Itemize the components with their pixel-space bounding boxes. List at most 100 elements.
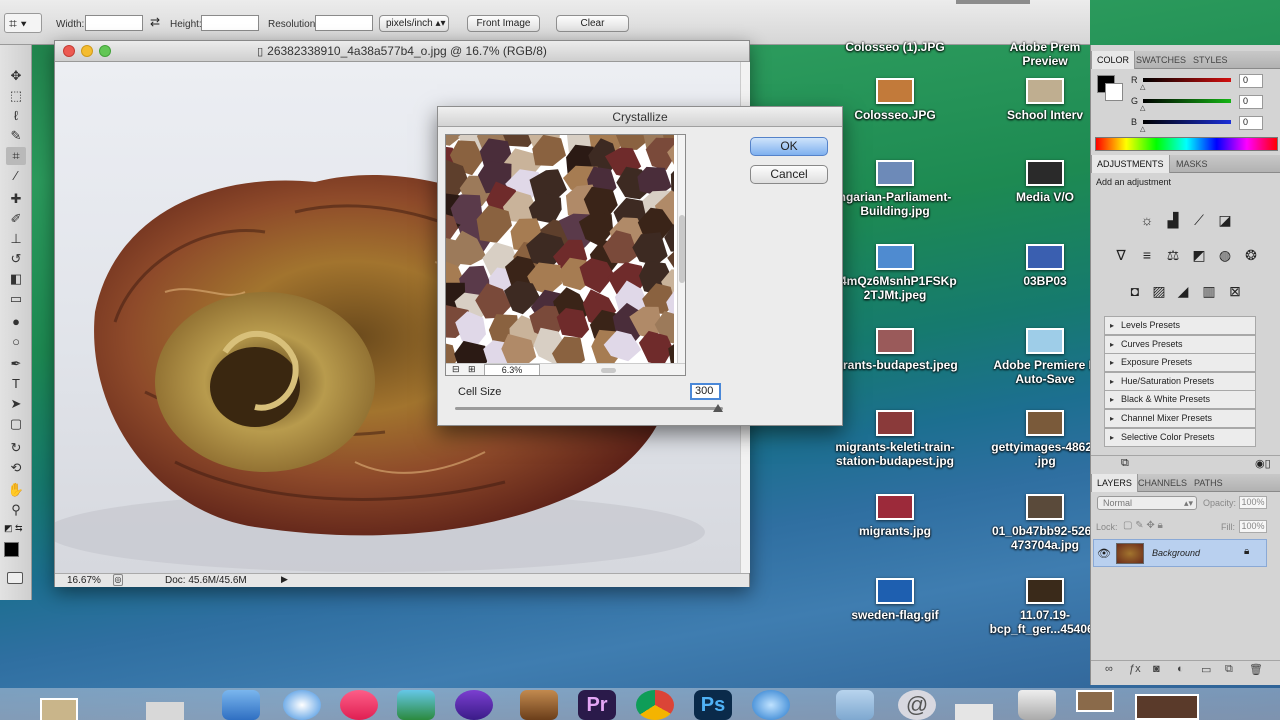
dock-chrome-icon[interactable] — [636, 690, 674, 720]
minimize-window-icon[interactable] — [81, 45, 93, 57]
dock-premiere-icon[interactable]: Pr — [578, 690, 616, 720]
dodge-tool-icon[interactable]: ○ — [6, 333, 26, 351]
link-layers-icon[interactable]: ∞ — [1105, 663, 1113, 675]
foreground-color-swatch[interactable] — [4, 542, 19, 557]
workspace-switcher[interactable] — [956, 0, 1030, 4]
blend-mode-select[interactable]: Normal ▴▾ — [1097, 496, 1197, 510]
dock-stack-images[interactable] — [146, 702, 184, 720]
channel-value-g[interactable]: 0 — [1239, 95, 1263, 109]
zoom-in-icon[interactable]: ⊞ — [468, 364, 476, 375]
zoom-out-icon[interactable]: ⊟ — [452, 364, 460, 375]
channel-slider-r[interactable] — [1143, 78, 1231, 82]
tab-paths[interactable]: PATHS — [1189, 474, 1228, 492]
eraser-tool-icon[interactable]: ◧ — [6, 270, 26, 288]
channel-value-b[interactable]: 0 — [1239, 116, 1263, 130]
zoom-tool-icon[interactable]: ⚲ — [6, 501, 26, 519]
swap-dimensions-icon[interactable]: ⇄ — [150, 15, 160, 29]
tab-styles[interactable]: STYLES — [1188, 51, 1233, 69]
visibility-toggle-icon[interactable]: ◉▯ — [1255, 457, 1271, 470]
marquee-tool-icon[interactable]: ⬚ — [6, 87, 26, 105]
shape-tool-icon[interactable]: ▢ — [6, 415, 26, 433]
lock-icons[interactable]: ▢ ✎ ✥ 🔒︎ — [1123, 520, 1163, 531]
preview-zoom-level[interactable]: 6.3% — [484, 364, 540, 375]
desktop-file-icon[interactable]: Colosseo (1).JPG — [820, 28, 970, 54]
pen-tool-icon[interactable]: ✒ — [6, 355, 26, 373]
3d-orbit-tool-icon[interactable]: ⟲ — [6, 459, 26, 477]
brush-tool-icon[interactable]: ✐ — [6, 210, 26, 228]
ok-button[interactable]: OK — [750, 137, 828, 156]
new-adjustment-layer-icon[interactable]: ◐ — [1177, 663, 1184, 675]
resolution-field[interactable] — [315, 15, 373, 31]
preset-item[interactable]: Channel Mixer Presets — [1104, 409, 1256, 428]
channel-slider-b[interactable] — [1143, 120, 1231, 124]
selective-color-icon[interactable]: ⊠ — [1225, 281, 1245, 301]
channel-mixer-icon[interactable]: ❂ — [1241, 245, 1261, 265]
photo-filter-icon[interactable]: ◍ — [1215, 245, 1235, 265]
dock-itunes-icon[interactable] — [340, 690, 378, 720]
invert-icon[interactable]: ◘ — [1125, 281, 1145, 301]
clone-stamp-tool-icon[interactable]: ⊥ — [6, 230, 26, 248]
path-selection-tool-icon[interactable]: ➤ — [6, 395, 26, 413]
channel-slider-thumb-b[interactable]: △ — [1140, 125, 1145, 133]
dock-imovie-icon[interactable] — [455, 690, 493, 720]
dock-photoshop-icon[interactable]: Ps — [694, 690, 732, 720]
dock-finder-icon[interactable] — [222, 690, 260, 720]
brightness-contrast-icon[interactable]: ☼ — [1137, 210, 1157, 230]
preset-item[interactable]: Hue/Saturation Presets — [1104, 371, 1256, 391]
quick-mask-icon[interactable] — [7, 572, 23, 584]
cancel-button[interactable]: Cancel — [750, 165, 828, 184]
clear-button[interactable]: Clear — [556, 15, 629, 32]
dock-trash-icon[interactable] — [1018, 690, 1056, 720]
tab-layers[interactable]: LAYERS — [1091, 474, 1138, 492]
preset-item[interactable]: Curves Presets — [1104, 334, 1256, 354]
levels-icon[interactable]: ▟ — [1163, 210, 1183, 230]
preset-item[interactable]: Levels Presets — [1104, 316, 1256, 335]
tab-masks[interactable]: MASKS — [1171, 155, 1213, 173]
opacity-field[interactable]: 100% — [1239, 496, 1267, 509]
clip-to-layer-icon[interactable]: ⧉ — [1121, 457, 1129, 470]
tab-adjustments[interactable]: ADJUSTMENTS — [1091, 155, 1170, 173]
tab-channels[interactable]: CHANNELS — [1133, 474, 1192, 492]
desktop-file-icon[interactable]: sweden-flag.gif — [820, 578, 970, 622]
crop-tool-preset-icon[interactable]: ⌗ ▾ — [4, 13, 42, 33]
color-balance-icon[interactable]: ⚖ — [1163, 245, 1183, 265]
3d-rotate-tool-icon[interactable]: ↻ — [6, 439, 26, 457]
move-tool-icon[interactable]: ✥ — [6, 67, 26, 85]
preset-item[interactable]: Exposure Presets — [1104, 353, 1256, 373]
black-white-icon[interactable]: ◩ — [1189, 245, 1209, 265]
gradient-map-icon[interactable]: ▥ — [1199, 281, 1219, 301]
type-tool-icon[interactable]: T — [6, 375, 26, 393]
dock-mail-at-icon[interactable]: @ — [898, 690, 936, 720]
dock-stack-photos[interactable] — [40, 698, 78, 720]
color-spectrum-bar[interactable] — [1095, 137, 1278, 151]
layer-visibility-eye-icon[interactable]: 👁︎ — [1097, 547, 1111, 560]
resolution-unit-select[interactable]: pixels/inch ▴▾ — [379, 15, 449, 32]
dock-applications-folder-icon[interactable] — [836, 690, 874, 720]
preset-item[interactable]: Black & White Presets — [1104, 390, 1256, 410]
dock-stack-downloads[interactable] — [1076, 690, 1114, 712]
filter-preview[interactable]: ⊟ ⊞ 6.3% — [445, 134, 686, 376]
history-brush-tool-icon[interactable]: ↺ — [6, 250, 26, 268]
close-window-icon[interactable] — [63, 45, 75, 57]
channel-slider-thumb-r[interactable]: △ — [1140, 83, 1145, 91]
tab-swatches[interactable]: SWATCHES — [1131, 51, 1191, 69]
blur-tool-icon[interactable]: ● — [6, 313, 26, 331]
hue-saturation-icon[interactable]: ≡ — [1137, 245, 1157, 265]
status-menu-icon[interactable]: ◎ — [113, 574, 123, 586]
eyedropper-tool-icon[interactable]: ⁄ — [6, 167, 26, 185]
zoom-window-icon[interactable] — [99, 45, 111, 57]
dock-safari-icon[interactable] — [283, 690, 321, 720]
cell-size-slider-track[interactable] — [455, 407, 723, 410]
dock-stack-documents[interactable] — [955, 704, 993, 720]
channel-value-r[interactable]: 0 — [1239, 74, 1263, 88]
channel-slider-g[interactable] — [1143, 99, 1231, 103]
zoom-level[interactable]: 16.67% — [67, 575, 101, 586]
delete-layer-icon[interactable]: 🗑︎ — [1249, 663, 1263, 676]
status-arrow-icon[interactable]: ▶ — [281, 574, 288, 585]
curves-icon[interactable]: ⟋ — [1189, 210, 1209, 230]
lasso-tool-icon[interactable]: ℓ — [6, 107, 26, 125]
preset-item[interactable]: Selective Color Presets — [1104, 427, 1256, 447]
add-mask-icon[interactable]: ◙ — [1153, 663, 1160, 675]
cell-size-input[interactable]: 300 — [690, 383, 721, 400]
new-group-icon[interactable]: ▭ — [1201, 663, 1211, 676]
